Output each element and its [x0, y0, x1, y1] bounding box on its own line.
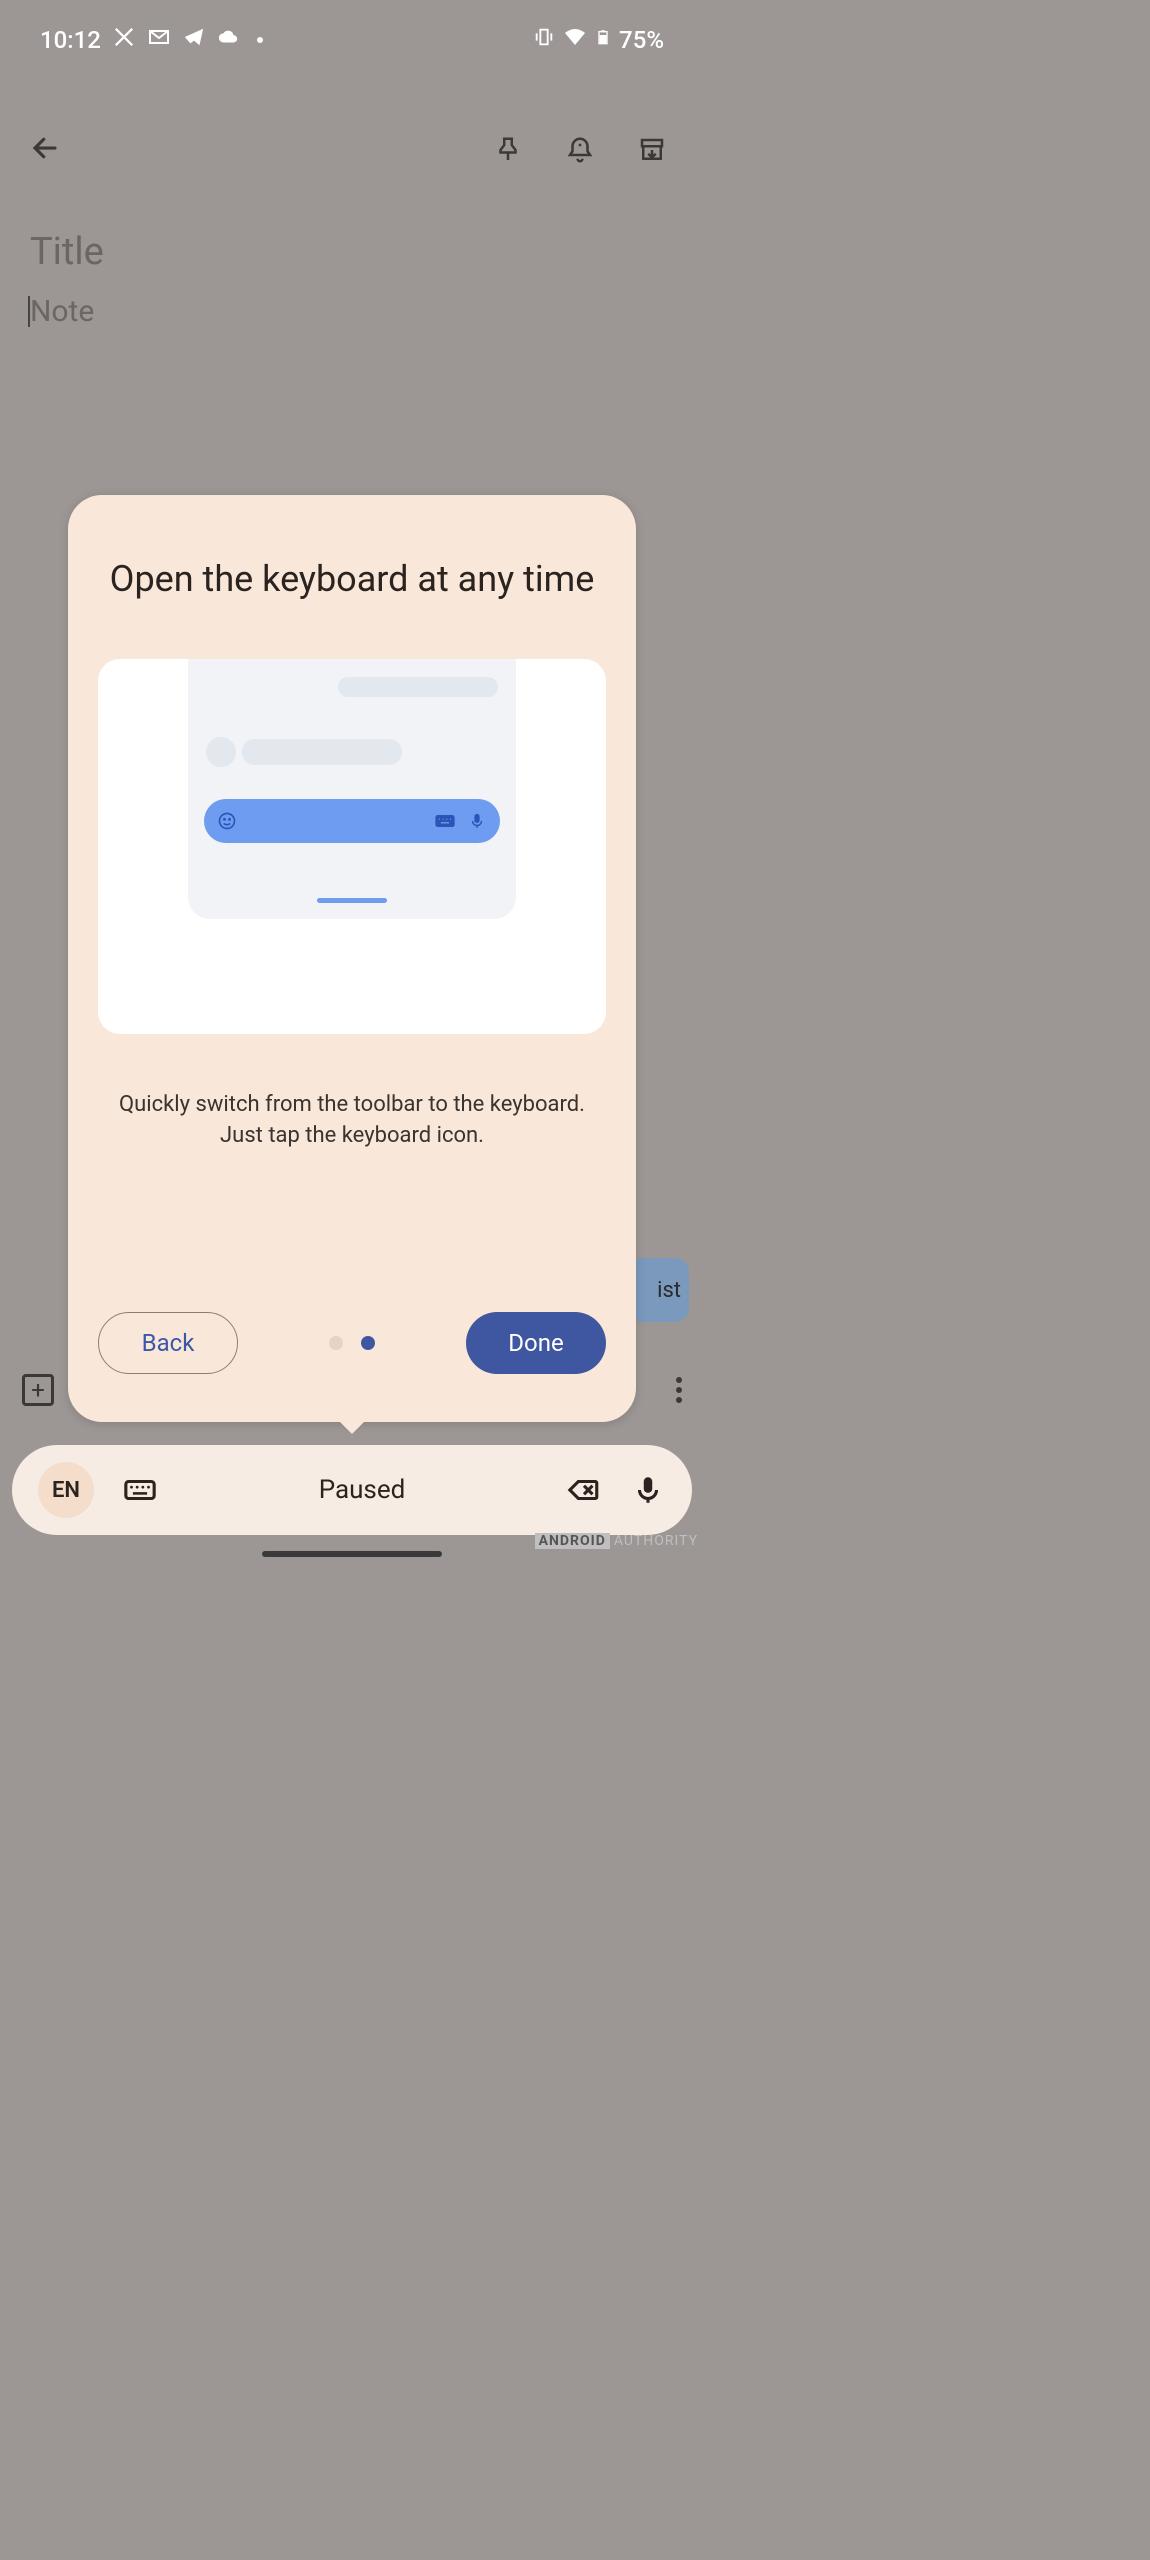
- telegram-icon: [183, 26, 205, 54]
- status-bar: 10:12 75%: [0, 0, 704, 80]
- onboarding-dialog: Open the keyboard at any time: [68, 495, 636, 1422]
- status-time: 10:12: [40, 26, 101, 54]
- page-dot: [329, 1336, 343, 1350]
- peek-text: ist: [657, 1278, 681, 1303]
- done-button[interactable]: Done: [466, 1312, 606, 1374]
- emoji-icon: [216, 810, 238, 832]
- battery-icon: [595, 25, 611, 55]
- back-button[interactable]: [30, 133, 60, 167]
- app-toolbar: [0, 120, 704, 180]
- archive-icon[interactable]: [630, 128, 674, 172]
- avatar-icon: [206, 737, 236, 767]
- backspace-icon[interactable]: [566, 1472, 602, 1508]
- back-button[interactable]: Back: [98, 1312, 238, 1374]
- add-button[interactable]: +: [22, 1374, 54, 1406]
- dialog-illustration: [98, 659, 606, 1034]
- gesture-bar: [262, 1551, 442, 1557]
- note-editor: Title Note: [30, 230, 674, 329]
- chat-bubble: [242, 739, 402, 765]
- keyboard-icon: [434, 810, 456, 832]
- x-app-icon: [113, 26, 135, 54]
- watermark-word: AUTHORITY: [614, 1533, 698, 1549]
- chat-input-pill: [204, 799, 500, 843]
- page-indicator: [329, 1336, 375, 1350]
- status-right: 75%: [533, 25, 664, 55]
- gmail-icon: [147, 25, 171, 55]
- phone-frame: [188, 659, 516, 919]
- pin-icon[interactable]: [486, 128, 530, 172]
- cloud-icon: [217, 26, 239, 54]
- more-button[interactable]: [676, 1377, 682, 1403]
- gesture-bar-icon: [317, 898, 387, 903]
- wifi-icon: [563, 25, 587, 55]
- gboard-toolbar: EN Paused: [12, 1445, 692, 1535]
- gboard-status: Paused: [186, 1475, 538, 1505]
- reminder-icon[interactable]: [558, 128, 602, 172]
- battery-percent: 75%: [619, 26, 664, 54]
- title-input[interactable]: Title: [30, 230, 674, 274]
- page-dot-active: [361, 1336, 375, 1350]
- chat-bubble: [338, 677, 498, 697]
- note-input[interactable]: Note: [30, 294, 674, 329]
- dialog-title: Open the keyboard at any time: [100, 555, 605, 604]
- bottom-toolbar: +: [22, 1374, 682, 1406]
- watermark-brand: ANDROID: [535, 1533, 610, 1549]
- dialog-description: Quickly switch from the toolbar to the k…: [98, 1089, 606, 1153]
- watermark: ANDROIDAUTHORITY: [535, 1533, 698, 1549]
- mic-icon[interactable]: [630, 1472, 666, 1508]
- background-chip: ist: [629, 1258, 689, 1322]
- dot-icon: [257, 37, 263, 43]
- language-button[interactable]: EN: [38, 1462, 94, 1518]
- mic-icon: [466, 810, 488, 832]
- vibrate-icon: [533, 26, 555, 54]
- status-left: 10:12: [40, 25, 263, 55]
- keyboard-icon[interactable]: [122, 1472, 158, 1508]
